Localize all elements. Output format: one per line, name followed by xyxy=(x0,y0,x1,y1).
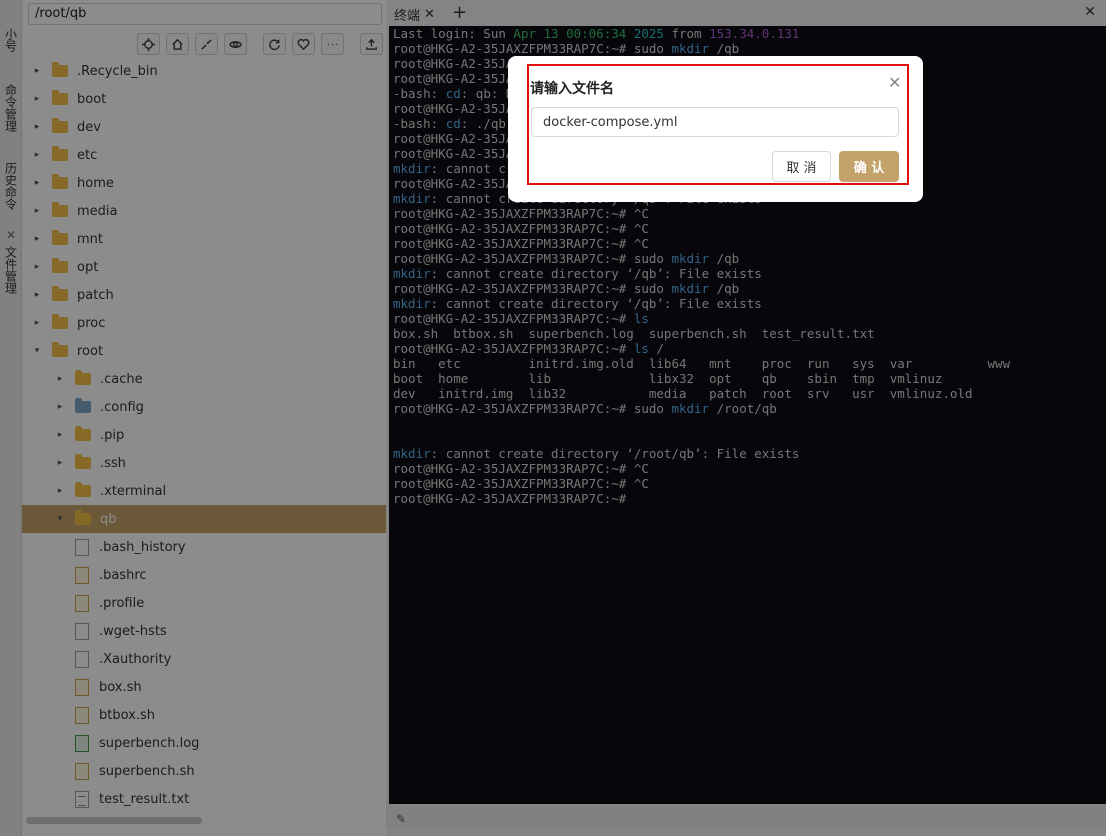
highlight-box xyxy=(527,64,909,185)
